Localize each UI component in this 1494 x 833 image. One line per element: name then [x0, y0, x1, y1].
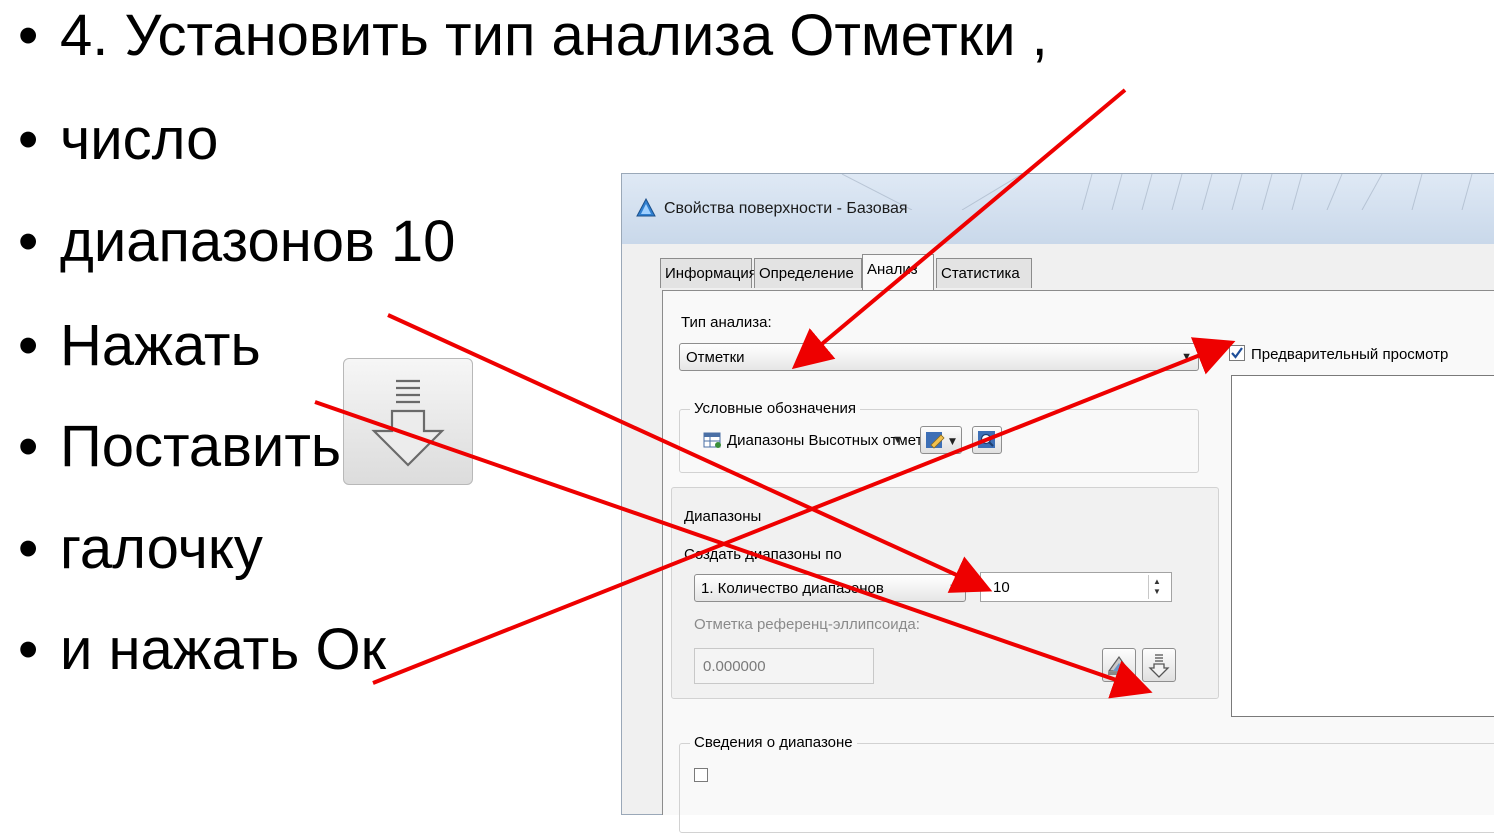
- bullet-text: и нажать Ок: [60, 617, 386, 682]
- range-color-button[interactable]: [1102, 648, 1136, 682]
- legend-style-value: Диапазоны Высотных отметок: [727, 432, 938, 449]
- bullet-dot: •: [18, 516, 39, 581]
- bullet-dot: •: [18, 209, 39, 274]
- background-drawing-lines: [841, 174, 1473, 210]
- range-details-group: Сведения о диапазоне: [679, 734, 1494, 833]
- legend-style-dropdown[interactable]: Диапазоны Высотных отметок ▼: [698, 426, 937, 454]
- edit-pencil-icon: ▼: [926, 432, 956, 449]
- range-details-checkbox[interactable]: [694, 768, 708, 782]
- ranges-group: Диапазоны Создать диапазоны по 1. Количе…: [671, 487, 1219, 699]
- spin-up-icon: ▲: [1153, 577, 1161, 586]
- spin-down-icon: ▼: [1153, 587, 1161, 596]
- preview-area: [1231, 375, 1494, 717]
- bullet-number: • число: [18, 108, 218, 172]
- legend-group: Условные обозначения Диапазоны Высотных …: [679, 400, 1199, 473]
- bullet-set: • Поставить: [18, 415, 341, 479]
- legend-table-icon: [703, 432, 721, 448]
- bullet-dot: •: [18, 313, 39, 378]
- chevron-down-icon: ▼: [1181, 351, 1192, 363]
- bullet-dot: •: [18, 617, 39, 682]
- bullet-checkmark: • галочку: [18, 517, 263, 581]
- tab-information[interactable]: Информация: [660, 258, 757, 288]
- tab-statistics[interactable]: Статистика: [936, 258, 1032, 288]
- analysis-type-dropdown[interactable]: Отметки ▼: [679, 343, 1199, 371]
- bullet-press: • Нажать: [18, 314, 261, 378]
- legend-group-label: Условные обозначения: [690, 400, 861, 417]
- bullet-dot: •: [18, 3, 39, 68]
- ranges-count-value: 10: [993, 579, 1010, 596]
- generate-ranges-icon: [343, 358, 473, 485]
- bullet-text: число: [60, 107, 219, 172]
- preview-style-button[interactable]: [972, 426, 1002, 454]
- bullet-press-ok: • и нажать Ок: [18, 618, 386, 682]
- tab-definition[interactable]: Определение: [754, 258, 862, 288]
- app-triangle-icon: [636, 198, 656, 217]
- preview-label: Предварительный просмотр: [1251, 346, 1449, 363]
- checkmark-icon: [1231, 347, 1243, 359]
- dialog-title: Свойства поверхности - Базовая: [664, 200, 908, 217]
- tab-label: Определение: [759, 265, 854, 282]
- analysis-type-label: Тип анализа:: [681, 314, 772, 331]
- tab-label: Информация: [665, 265, 757, 282]
- bullet-text: Нажать: [60, 313, 261, 378]
- reference-ellipsoid-label: Отметка референц-эллипсоида:: [694, 616, 920, 633]
- chevron-down-icon: ▼: [892, 434, 903, 446]
- tab-label: Статистика: [941, 265, 1020, 282]
- bullet-dot: •: [18, 107, 39, 172]
- dialog-titlebar[interactable]: Свойства поверхности - Базовая: [622, 174, 1494, 244]
- ranges-group-label: Диапазоны: [684, 508, 762, 525]
- tab-label: Анализ: [867, 261, 918, 278]
- generate-ranges-button[interactable]: [1142, 648, 1176, 682]
- reference-ellipsoid-input: 0.000000: [694, 648, 874, 684]
- range-details-label: Сведения о диапазоне: [690, 734, 857, 751]
- preview-checkbox[interactable]: [1229, 345, 1245, 361]
- create-ranges-value: 1. Количество диапазонов: [701, 580, 884, 597]
- bullet-text: Поставить: [60, 414, 342, 479]
- magnifier-icon: [978, 431, 995, 448]
- analysis-type-value: Отметки: [686, 349, 745, 366]
- chevron-down-icon: ▼: [948, 582, 959, 594]
- bullet-dot: •: [18, 414, 39, 479]
- ranges-count-input[interactable]: 10 ▲ ▼: [980, 572, 1172, 602]
- generate-ranges-icon: [1148, 654, 1170, 678]
- surface-properties-dialog: Свойства поверхности - Базовая Информаци…: [621, 173, 1494, 833]
- analysis-panel: Тип анализа: Отметки ▼ Условные обозначе…: [662, 290, 1494, 833]
- bullet-text: 4. Установить тип анализа Отметки ,: [60, 3, 1048, 68]
- reference-ellipsoid-value: 0.000000: [703, 658, 766, 675]
- create-ranges-label: Создать диапазоны по: [684, 546, 842, 563]
- svg-text:▼: ▼: [949, 437, 956, 447]
- ranges-count-spinner[interactable]: ▲ ▼: [1148, 575, 1169, 599]
- edit-style-button[interactable]: ▼: [920, 426, 962, 454]
- bullet-text: диапазонов 10: [60, 209, 456, 274]
- create-ranges-dropdown[interactable]: 1. Количество диапазонов ▼: [694, 574, 966, 602]
- bullet-text: галочку: [60, 516, 263, 581]
- bullet-step-4: • 4. Установить тип анализа Отметки ,: [18, 4, 1048, 68]
- tab-analysis[interactable]: Анализ: [862, 254, 934, 290]
- palette-icon: [1107, 655, 1131, 675]
- bullet-ranges: • диапазонов 10: [18, 210, 455, 274]
